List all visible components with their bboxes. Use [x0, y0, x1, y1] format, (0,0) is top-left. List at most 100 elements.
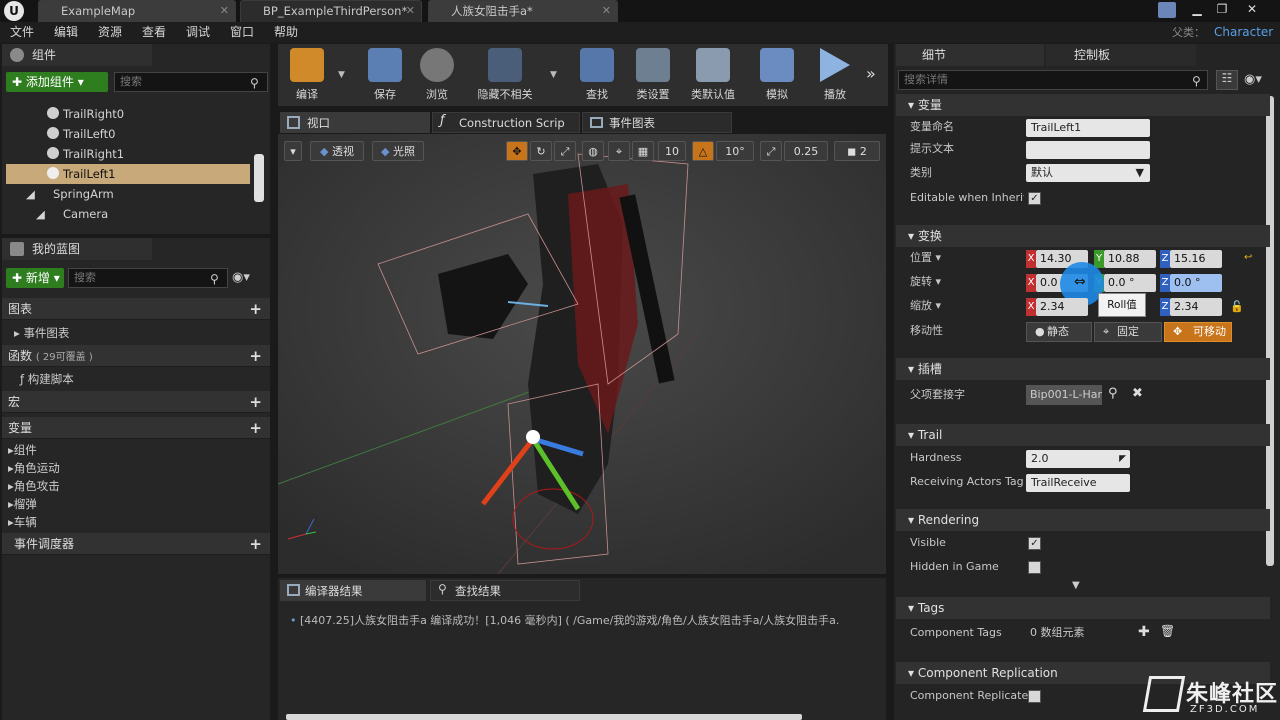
tree-item-spring-arm[interactable]: ◢ SpringArm	[26, 184, 114, 204]
add-component-button[interactable]: ✚ 添加组件 ▾	[6, 72, 108, 92]
component-replicates-checkbox[interactable]	[1028, 690, 1041, 703]
section-sockets[interactable]: ▾ 插槽	[896, 358, 1270, 380]
variable-group-attack[interactable]: ▸角色攻击	[2, 477, 60, 495]
variable-group-grenade[interactable]: ▸榴弹	[2, 495, 37, 513]
scale-mode-button[interactable]: ⤢	[554, 141, 576, 161]
tab-palette[interactable]: 控制板	[1046, 44, 1196, 66]
hide-dropdown-icon[interactable]: ▼	[550, 70, 557, 80]
section-tags[interactable]: ▾ Tags	[896, 597, 1270, 619]
close-icon[interactable]: ✕	[220, 1, 229, 21]
location-y-input[interactable]: 10.88	[1104, 250, 1156, 268]
gizmo-center[interactable]	[526, 430, 540, 444]
tab-viewport[interactable]: 视口	[280, 112, 430, 133]
section-functions[interactable]: 函数 ( 29可覆盖 ) +	[2, 345, 270, 367]
components-search-input[interactable]: 搜索	[114, 72, 268, 92]
viewport-scene[interactable]	[278, 134, 886, 574]
lock-icon[interactable]: 🔓	[1230, 300, 1244, 313]
menu-debug[interactable]: 调试	[186, 22, 210, 43]
variable-group-movement[interactable]: ▸角色运动	[2, 459, 60, 477]
browse-button[interactable]: 浏览	[408, 44, 466, 104]
add-dispatcher-icon[interactable]: +	[249, 533, 262, 555]
class-settings-button[interactable]: 类设置	[624, 44, 682, 104]
tab-example-map[interactable]: ExampleMap ✕	[38, 0, 236, 22]
menu-file[interactable]: 文件	[10, 22, 34, 43]
menu-help[interactable]: 帮助	[274, 22, 298, 43]
scale-snap-toggle[interactable]: ⤢	[760, 141, 782, 161]
mobility-static-button[interactable]: ● 静态	[1026, 322, 1092, 342]
add-variable-icon[interactable]: +	[249, 417, 262, 439]
receiving-actors-input[interactable]: TrailReceive	[1026, 474, 1130, 492]
components-scrollbar[interactable]	[254, 154, 264, 202]
section-variables[interactable]: 变量 +	[2, 417, 270, 439]
hide-unrelated-button[interactable]: 隐藏不相关	[466, 44, 544, 104]
mobility-stationary-button[interactable]: ⌖ 固定	[1094, 322, 1162, 342]
translate-mode-button[interactable]: ✥	[506, 141, 528, 161]
blueprint-search-input[interactable]: 搜索	[68, 268, 228, 288]
section-rendering[interactable]: ▾ Rendering	[896, 509, 1270, 531]
viewport-3d[interactable]	[278, 134, 886, 574]
find-button[interactable]: 查找	[568, 44, 626, 104]
lighting-button[interactable]: ◆ 光照	[372, 141, 424, 161]
construction-script-item[interactable]: ƒ 构建脚本	[8, 370, 74, 388]
rotation-y-input[interactable]: 0.0 °	[1104, 274, 1156, 292]
expand-arrow-icon[interactable]: ◢	[36, 204, 45, 224]
visible-checkbox[interactable]: ✓	[1028, 537, 1041, 550]
class-defaults-button[interactable]: 类默认值	[682, 44, 744, 104]
tab-compiler-results[interactable]: 编译器结果	[280, 580, 426, 601]
scale-snap-value[interactable]: 0.25	[784, 141, 828, 161]
rotate-mode-button[interactable]: ↻	[530, 141, 552, 161]
parent-class-link[interactable]: Character	[1214, 22, 1273, 43]
property-matrix-icon[interactable]: ☷	[1216, 70, 1238, 90]
world-local-button[interactable]: ◍	[582, 141, 604, 161]
details-scrollbar[interactable]	[1266, 96, 1274, 566]
section-trail[interactable]: ▾ Trail	[896, 424, 1270, 446]
tab-event-graph[interactable]: 事件图表	[582, 112, 732, 133]
scale-label[interactable]: 缩放 ▾	[910, 296, 941, 316]
add-function-icon[interactable]: +	[249, 345, 262, 367]
close-icon[interactable]: ✕	[602, 1, 611, 21]
trash-icon[interactable]: 🗑	[1160, 624, 1175, 638]
location-z-input[interactable]: 15.16	[1170, 250, 1222, 268]
simulate-button[interactable]: 模拟	[748, 44, 806, 104]
reset-to-default-icon[interactable]: ↩	[1244, 252, 1252, 263]
toolbar-overflow-icon[interactable]: »	[866, 64, 876, 83]
tab-bp-example[interactable]: BP_ExampleThirdPerson* ✕	[240, 0, 422, 22]
event-graph-item[interactable]: ▸ 事件图表	[2, 324, 69, 342]
menu-window[interactable]: 窗口	[230, 22, 254, 43]
add-element-icon[interactable]: ✚	[1138, 624, 1150, 640]
surface-snap-button[interactable]: ⌖	[608, 141, 630, 161]
clear-icon[interactable]: ✖	[1132, 386, 1143, 401]
close-window-button[interactable]: ✕	[1240, 0, 1264, 18]
section-macros[interactable]: 宏 +	[2, 391, 270, 413]
grid-snap-value[interactable]: 10	[658, 141, 686, 161]
tree-item-camera[interactable]: ◢ Camera	[36, 204, 108, 224]
variable-group-vehicle[interactable]: ▸车辆	[2, 513, 37, 531]
close-icon[interactable]: ✕	[406, 1, 415, 21]
scale-z-input[interactable]: 2.34	[1170, 298, 1222, 316]
new-button[interactable]: ✚ 新增 ▾	[6, 268, 64, 288]
output-scrollbar[interactable]	[286, 714, 802, 720]
menu-asset[interactable]: 资源	[98, 22, 122, 43]
tab-details[interactable]: 细节	[896, 44, 1044, 66]
compile-button[interactable]: 编译	[278, 44, 336, 104]
section-variable[interactable]: ▾ 变量	[896, 94, 1270, 116]
minimize-button[interactable]: ▁	[1185, 0, 1209, 18]
scale-x-input[interactable]: 2.34	[1036, 298, 1088, 316]
tree-item-trail-left1-selected[interactable]: TrailLeft1	[6, 164, 250, 184]
location-label[interactable]: 位置 ▾	[910, 248, 941, 268]
maximize-button[interactable]: ❐	[1210, 0, 1234, 18]
variable-name-input[interactable]: TrailLeft1	[1026, 119, 1150, 137]
rotation-label[interactable]: 旋转 ▾	[910, 272, 941, 292]
tab-find-results[interactable]: 查找结果	[430, 580, 580, 601]
parent-socket-field[interactable]: Bip001-L-Har	[1026, 385, 1102, 405]
details-search-input[interactable]: 搜索详情	[898, 70, 1208, 90]
category-dropdown[interactable]: 默认 ▼	[1026, 164, 1150, 182]
save-button[interactable]: 保存	[356, 44, 414, 104]
section-graphs[interactable]: 图表 +	[2, 298, 270, 320]
expand-arrow-icon[interactable]: ◢	[26, 184, 35, 204]
tab-construction-script[interactable]: Construction Scrip	[432, 112, 580, 133]
hidden-in-game-checkbox[interactable]	[1028, 561, 1041, 574]
advanced-expand-icon[interactable]: ▼	[1072, 580, 1080, 591]
camera-speed-button[interactable]: ◼ 2	[834, 141, 880, 161]
rotation-snap-toggle[interactable]: △	[692, 141, 714, 161]
